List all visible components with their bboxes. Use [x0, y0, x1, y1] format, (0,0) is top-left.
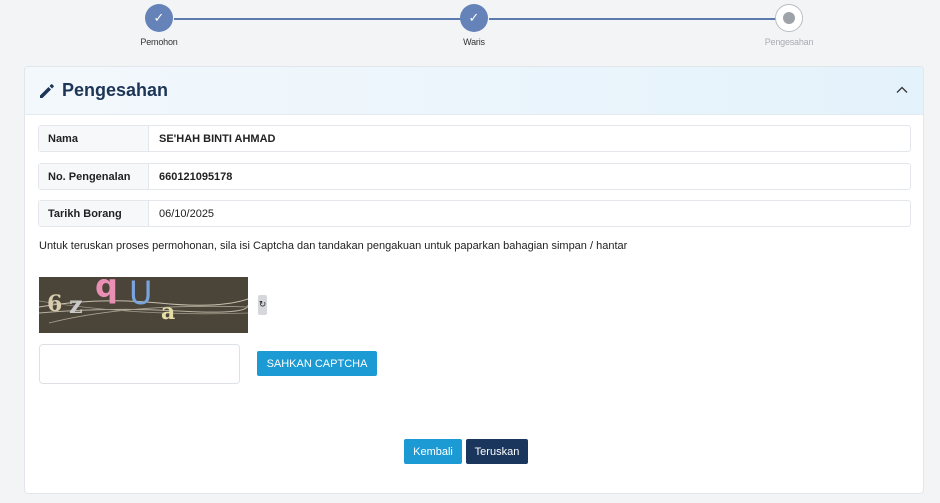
info-value-tarikh: 06/10/2025: [159, 207, 215, 220]
progress-stepper: ✓ Pemohon ✓ Waris Pengesahan: [0, 0, 940, 60]
info-row-nama: Nama SE'HAH BINTI AHMAD: [38, 125, 911, 152]
info-label: No. Pengenalan: [39, 164, 149, 189]
captcha-char: a: [161, 299, 175, 325]
info-label: Nama: [39, 126, 149, 151]
info-row-tarikh: Tarikh Borang 06/10/2025: [38, 200, 911, 227]
captcha-image: 6 z q U a: [39, 277, 248, 333]
captcha-char: q: [95, 277, 118, 305]
instruction-text: Untuk teruskan proses permohonan, sila i…: [39, 240, 628, 252]
card-title: Pengesahan: [62, 80, 169, 100]
info-row-pengenalan: No. Pengenalan 660121095178: [38, 163, 911, 190]
teruskan-button[interactable]: Teruskan: [466, 439, 528, 464]
step-label: Pengesahan: [764, 37, 814, 47]
captcha-input[interactable]: [39, 344, 240, 384]
refresh-icon[interactable]: ↻: [258, 295, 267, 315]
check-icon: ✓: [145, 4, 173, 32]
current-step-dot-icon: [775, 4, 803, 32]
info-value-pengenalan: 660121095178: [159, 170, 233, 183]
pencil-icon: [40, 83, 54, 98]
card-header: Pengesahan: [25, 67, 923, 115]
step-pemohon[interactable]: ✓ Pemohon: [99, 4, 219, 47]
check-icon: ✓: [460, 4, 488, 32]
step-waris[interactable]: ✓ Waris: [414, 4, 534, 47]
kembali-button[interactable]: Kembali: [404, 439, 462, 464]
info-value-nama: SE'HAH BINTI AHMAD: [159, 132, 276, 145]
captcha-char: z: [69, 290, 83, 319]
step-pengesahan[interactable]: Pengesahan: [729, 4, 849, 47]
chevron-up-icon[interactable]: [895, 83, 909, 97]
captcha-char: U: [129, 277, 152, 312]
pengesahan-card: Pengesahan Nama SE'HAH BINTI AHMAD No. P…: [24, 66, 924, 494]
step-label: Pemohon: [140, 37, 178, 47]
captcha-char: 6: [47, 291, 62, 317]
step-label: Waris: [463, 37, 485, 47]
sahkan-captcha-button[interactable]: SAHKAN CAPTCHA: [257, 351, 377, 376]
info-label: Tarikh Borang: [39, 201, 149, 226]
